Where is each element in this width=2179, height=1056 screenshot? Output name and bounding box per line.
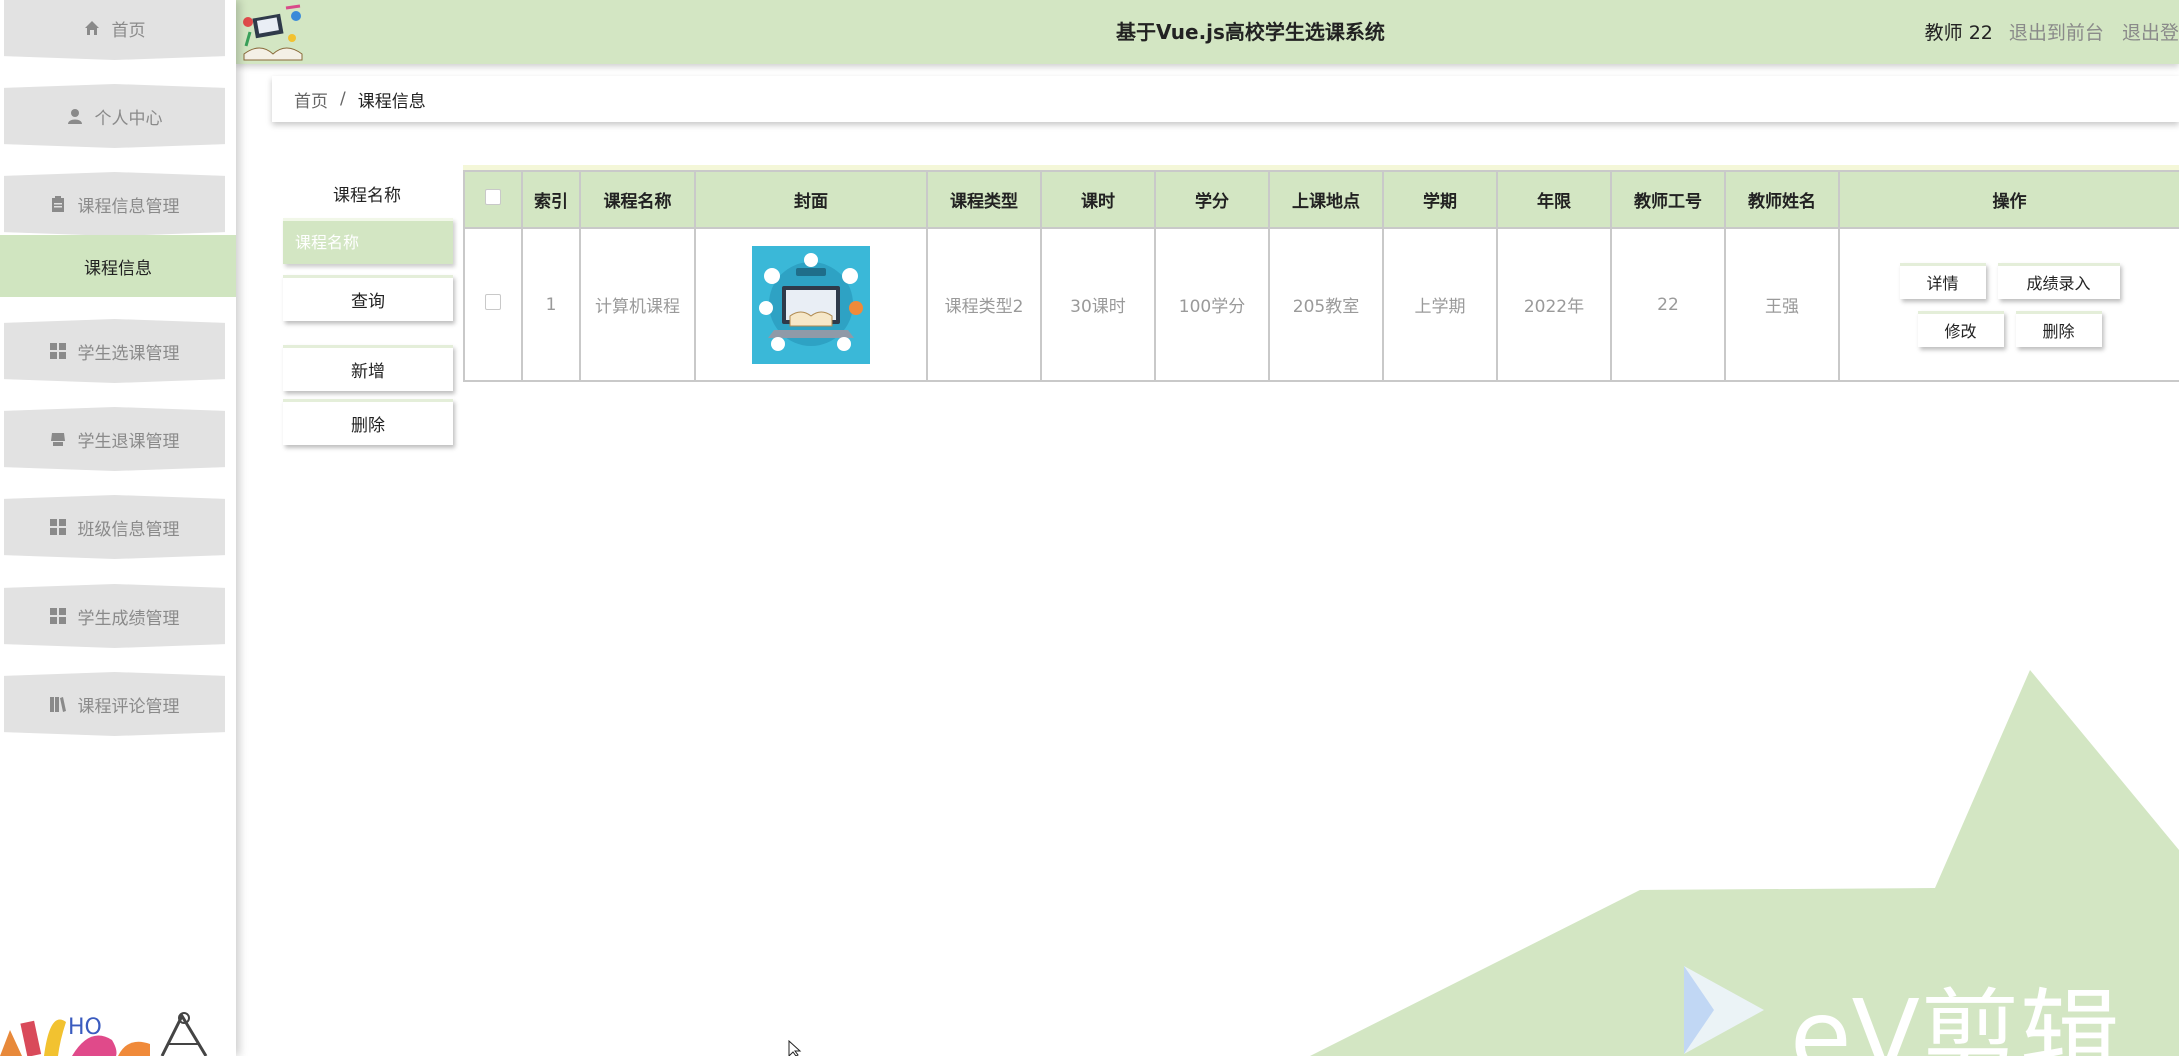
- cover-cell: [694, 227, 928, 382]
- hours-cell: 30课时: [1040, 227, 1156, 382]
- watermark-play-icon: [1684, 966, 1764, 1054]
- column-header: 操作: [1838, 170, 2179, 229]
- column-header: 教师姓名: [1724, 170, 1840, 229]
- credits-cell: 100学分: [1154, 227, 1270, 382]
- column-header: 课程名称: [579, 170, 696, 229]
- grid-icon: [49, 343, 66, 359]
- breadcrumb-separator: /: [340, 89, 346, 109]
- breadcrumb: 首页 / 课程信息: [272, 76, 2179, 122]
- course-type-cell: 课程类型2: [926, 227, 1042, 382]
- logout-link[interactable]: 退出登: [2122, 22, 2179, 44]
- actions-cell: 详情 成绩录入 修改 删除: [1838, 227, 2179, 382]
- sidebar-item-label: 课程评论管理: [77, 696, 180, 717]
- breadcrumb-home[interactable]: 首页: [294, 87, 328, 112]
- sidebar-item-label: 学生选课管理: [77, 343, 180, 364]
- books-icon: [49, 696, 66, 712]
- sidebar-item-grades[interactable]: 学生成绩管理: [4, 584, 225, 648]
- home-icon: [84, 20, 100, 36]
- background-decoration: [1310, 670, 2179, 1056]
- top-header: 基于Vue.js高校学生选课系统 教师 22 退出到前台 退出登: [236, 0, 2179, 64]
- sidebar-item-label: 学生成绩管理: [77, 608, 180, 629]
- system-title: 基于Vue.js高校学生选课系统: [1116, 20, 1385, 44]
- tray-icon: [50, 431, 66, 447]
- sidebar: 首页 个人中心 课程信息管理 课程信息 学生选课管理 学生退课管理 班级信息管理: [0, 0, 236, 1056]
- sidebar-item-course-management[interactable]: 课程信息管理: [4, 172, 225, 236]
- select-all-checkbox[interactable]: [485, 189, 501, 205]
- sidebar-item-label: 个人中心: [94, 108, 163, 129]
- sidebar-item-home[interactable]: 首页: [4, 0, 225, 60]
- sidebar-item-course-selection[interactable]: 学生选课管理: [4, 319, 225, 383]
- column-header: 学分: [1154, 170, 1270, 229]
- detail-button[interactable]: 详情: [1899, 262, 1986, 299]
- exit-to-front-link[interactable]: 退出到前台: [2009, 22, 2104, 44]
- grid-icon: [49, 519, 66, 535]
- doodle-illustration: HO: [0, 1012, 208, 1056]
- term-cell: 上学期: [1382, 227, 1498, 382]
- clipboard-icon: [50, 196, 66, 212]
- location-cell: 205教室: [1268, 227, 1384, 382]
- teacher-id-cell: 22: [1610, 227, 1726, 382]
- row-select-cell[interactable]: [463, 227, 523, 382]
- course-table: 索引 课程名称 封面 课程类型 课时 学分 上课地点 学期 年限 教师工号 教师…: [463, 170, 2179, 382]
- add-button[interactable]: 新增: [283, 345, 453, 391]
- teacher-name-cell: 王强: [1724, 227, 1840, 382]
- column-header: 课程类型: [926, 170, 1042, 229]
- edit-button[interactable]: 修改: [1917, 310, 2004, 347]
- table-header-row: 索引 课程名称 封面 课程类型 课时 学分 上课地点 学期 年限 教师工号 教师…: [463, 170, 2179, 229]
- course-cover-image: [752, 245, 870, 364]
- search-label: 课程名称: [333, 186, 401, 206]
- sidebar-item-label: 课程信息管理: [77, 196, 180, 217]
- year-cell: 2022年: [1496, 227, 1612, 382]
- column-header: 课时: [1040, 170, 1156, 229]
- delete-button[interactable]: 删除: [2015, 310, 2102, 347]
- sidebar-item-label: 学生退课管理: [77, 431, 180, 452]
- row-checkbox[interactable]: [485, 294, 501, 310]
- batch-delete-button[interactable]: 删除: [283, 399, 453, 445]
- sidebar-item-comments[interactable]: 课程评论管理: [4, 672, 225, 736]
- table-row: 1 计算机课程 课程类型2 30课时 100学分 205教室 上学期 2022年…: [463, 227, 2179, 382]
- column-header: 上课地点: [1268, 170, 1384, 229]
- sidebar-item-label: 课程信息: [84, 258, 152, 279]
- sidebar-item-label: 首页: [111, 20, 146, 41]
- sidebar-item-class-info[interactable]: 班级信息管理: [4, 495, 225, 559]
- column-header: 教师工号: [1610, 170, 1726, 229]
- grid-icon: [49, 608, 66, 624]
- sidebar-item-course-drop[interactable]: 学生退课管理: [4, 407, 225, 471]
- breadcrumb-current: 课程信息: [357, 91, 426, 112]
- mouse-cursor-icon: [788, 1040, 802, 1056]
- select-all-header[interactable]: [463, 170, 523, 229]
- column-header: 年限: [1496, 170, 1612, 229]
- sidebar-item-course-info[interactable]: 课程信息: [0, 235, 236, 297]
- sidebar-item-personal-center[interactable]: 个人中心: [4, 84, 225, 148]
- course-name-cell: 计算机课程: [579, 227, 696, 382]
- column-header: 封面: [694, 170, 928, 229]
- course-table-wrapper: 索引 课程名称 封面 课程类型 课时 学分 上课地点 学期 年限 教师工号 教师…: [463, 165, 2179, 382]
- column-header: 索引: [521, 170, 581, 229]
- row-actions: 详情 成绩录入 修改 删除: [1840, 262, 2179, 347]
- score-entry-button[interactable]: 成绩录入: [1997, 262, 2120, 299]
- current-user: 教师 22: [1924, 22, 1993, 44]
- column-header: 学期: [1382, 170, 1498, 229]
- index-cell: 1: [521, 227, 581, 382]
- sidebar-item-label: 班级信息管理: [77, 519, 180, 540]
- course-name-search-input[interactable]: [283, 218, 453, 264]
- query-button[interactable]: 查询: [283, 275, 453, 321]
- logo-icon: [243, 4, 303, 61]
- user-icon: [67, 108, 83, 124]
- header-actions: 教师 22 退出到前台 退出登: [1925, 18, 2179, 45]
